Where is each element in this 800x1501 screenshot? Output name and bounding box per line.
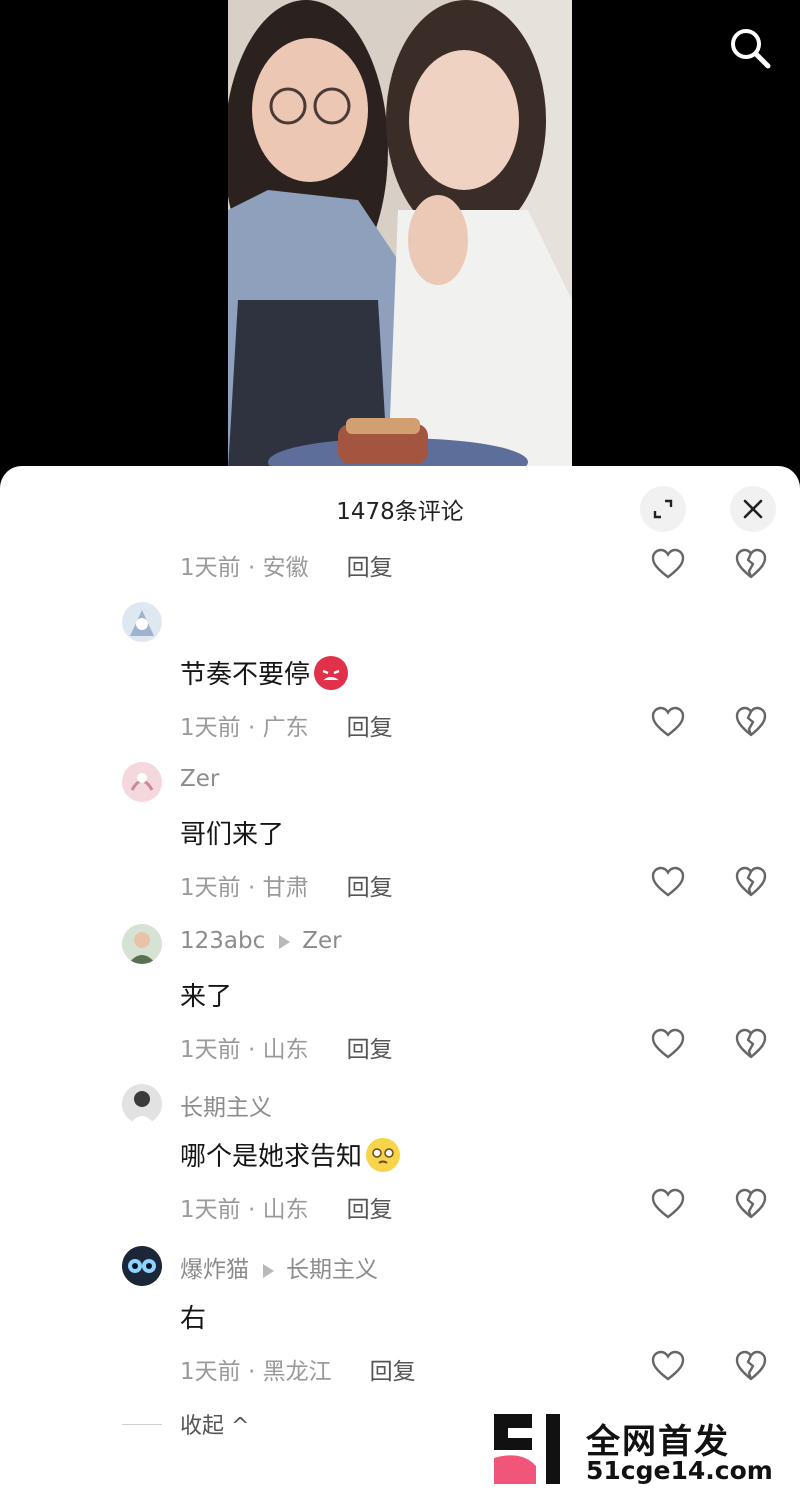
reply-button[interactable]: 回复: [347, 715, 393, 741]
broken-heart-icon[interactable]: [734, 1028, 768, 1060]
comment-meta: 1天前 · 山东 回复: [180, 1190, 393, 1224]
close-icon: [743, 499, 763, 519]
video-player[interactable]: [0, 0, 800, 480]
comment-text-content: 节奏不要停: [180, 660, 311, 690]
reply-button[interactable]: 回复: [370, 1359, 416, 1385]
comment-text: 节奏不要停: [180, 654, 349, 691]
reply-button[interactable]: 回复: [347, 875, 393, 901]
comment-meta: 1天前 · 山东 回复: [180, 1030, 393, 1064]
comment-text: 来了: [180, 976, 232, 1013]
collapse-replies-button[interactable]: 收起 ^: [180, 1408, 249, 1440]
comment-text-content: 哥们来了: [180, 820, 285, 850]
broken-heart-icon[interactable]: [734, 1188, 768, 1220]
broken-heart-icon[interactable]: [734, 1350, 768, 1382]
search-button[interactable]: [726, 24, 774, 72]
username[interactable]: 123abc Zer: [180, 928, 342, 954]
username-text[interactable]: 爆炸猫: [180, 1257, 249, 1283]
watermark-url: 51cge14.com: [586, 1456, 773, 1485]
comment-time-location: 1天前 · 广东: [180, 715, 309, 741]
heart-icon[interactable]: [650, 1028, 686, 1060]
divider: [122, 1423, 162, 1425]
watermark: 全网首发 51cge14.com: [494, 1410, 784, 1490]
watermark-logo: [494, 1414, 560, 1484]
comment-text: 右: [180, 1298, 206, 1335]
username-text[interactable]: 123abc: [180, 928, 265, 954]
reply-button[interactable]: 回复: [347, 555, 393, 581]
heart-icon[interactable]: [650, 1188, 686, 1220]
reply-button[interactable]: 回复: [347, 1197, 393, 1223]
reply-to-username[interactable]: 长期主义: [286, 1257, 378, 1283]
comment-meta: 1天前 · 安徽 回复: [180, 548, 393, 582]
collapse-replies-row: 收起 ^: [122, 1408, 249, 1440]
comment-time-location: 1天前 · 黑龙江: [180, 1359, 332, 1385]
angry-devil-emoji: [314, 655, 349, 690]
avatar[interactable]: [122, 762, 162, 802]
video-frame: [228, 0, 572, 470]
reply-to-arrow-icon: [279, 934, 291, 949]
search-icon: [731, 29, 771, 69]
heart-icon[interactable]: [650, 866, 686, 898]
close-button[interactable]: [730, 486, 776, 532]
comment-time-location: 1天前 · 甘肃: [180, 875, 309, 901]
heart-icon[interactable]: [650, 1350, 686, 1382]
comment-text: 哥们来了: [180, 814, 284, 851]
reply-to-arrow-icon: [263, 1263, 274, 1278]
username[interactable]: 长期主义: [180, 1088, 272, 1122]
heart-icon[interactable]: [650, 548, 686, 580]
username-text[interactable]: 长期主义: [180, 1095, 272, 1121]
comment-text: 哪个是她求告知: [180, 1136, 401, 1173]
comment-text-content: 右: [180, 1304, 207, 1334]
comment-time-location: 1天前 · 安徽: [180, 555, 309, 581]
avatar[interactable]: [122, 1084, 162, 1124]
comment-time-location: 1天前 · 山东: [180, 1037, 309, 1063]
broken-heart-icon[interactable]: [734, 548, 768, 580]
comment-meta: 1天前 · 甘肃 回复: [180, 868, 393, 902]
comment-meta: 1天前 · 黑龙江 回复: [180, 1352, 416, 1386]
reply-button[interactable]: 回复: [347, 1037, 393, 1063]
avatar[interactable]: [122, 924, 162, 964]
pleading-face-emoji: [366, 1137, 401, 1172]
reply-to-username[interactable]: Zer: [302, 928, 341, 954]
heart-icon[interactable]: [650, 706, 686, 738]
comment-text-content: 哪个是她求告知: [180, 1142, 363, 1172]
username[interactable]: 爆炸猫 长期主义: [180, 1250, 378, 1284]
username[interactable]: Zer: [180, 766, 219, 792]
comment-meta: 1天前 · 广东 回复: [180, 708, 393, 742]
expand-icon: [653, 499, 673, 519]
broken-heart-icon[interactable]: [734, 706, 768, 738]
comment-text-content: 来了: [180, 982, 233, 1012]
comment-time-location: 1天前 · 山东: [180, 1197, 309, 1223]
avatar[interactable]: [122, 602, 162, 642]
expand-button[interactable]: [640, 486, 686, 532]
broken-heart-icon[interactable]: [734, 866, 768, 898]
username-text[interactable]: Zer: [180, 766, 219, 792]
comment-sheet: 1478条评论 1天前 · 安徽 回复 节奏不要停 1天前 · 广东 回复 Ze…: [0, 466, 800, 1501]
avatar[interactable]: [122, 1246, 162, 1286]
